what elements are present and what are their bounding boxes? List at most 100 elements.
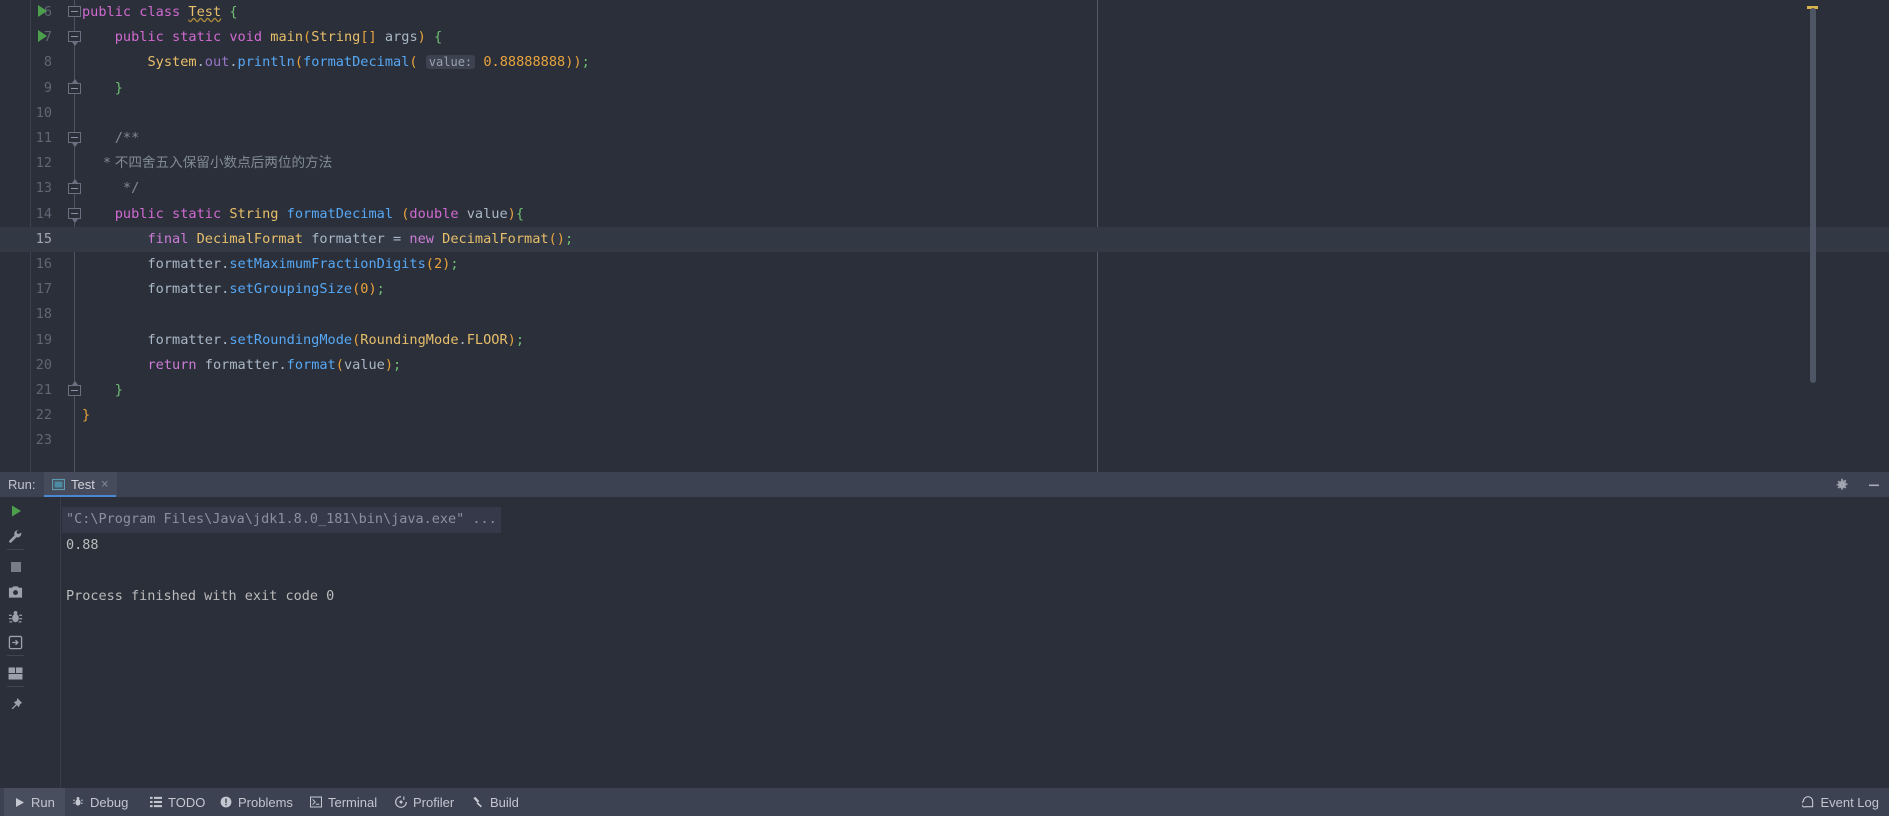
run-toolbar-primary[interactable] [0, 497, 31, 788]
warning-circle-icon [220, 796, 232, 808]
javadoc-comment-text: * 不四舍五入保留小数点后两位的方法 [103, 155, 333, 172]
pin-icon[interactable] [0, 692, 31, 716]
run-tab-test[interactable]: Test × [44, 472, 117, 497]
line-number: 13 [35, 180, 52, 197]
editor-line-15[interactable]: 15 final DecimalFormat formatter = new D… [0, 226, 1889, 252]
status-bar-item-label: TODO [168, 794, 206, 810]
status-bar-item-build[interactable]: Build [462, 788, 529, 816]
editor-line-14[interactable]: 14 public static String formatDecimal (d… [0, 202, 1889, 227]
editor-line-9[interactable]: 9 } [0, 76, 1889, 101]
editor-line-7[interactable]: 7 public static void main(String[] args)… [0, 25, 1889, 50]
fold-marker-icon[interactable] [68, 381, 81, 398]
editor-line-16[interactable]: 16 formatter.setMaximumFractionDigits(2)… [0, 252, 1889, 277]
line-number: 15 [35, 230, 52, 247]
editor-line-12[interactable]: 12 * 不四舍五入保留小数点后两位的方法 [0, 151, 1889, 176]
code-line-text: public static String formatDecimal (doub… [114, 205, 525, 222]
list-icon [150, 796, 162, 808]
editor-line-19[interactable]: 19 formatter.setRoundingMode(RoundingMod… [0, 328, 1889, 353]
code-line-text: formatter.setMaximumFractionDigits(2); [147, 256, 459, 272]
console-output[interactable]: "C:\Program Files\Java\jdk1.8.0_181\bin\… [62, 497, 1889, 788]
code-line-text: public class Test { [82, 4, 238, 20]
event-log-button[interactable]: Event Log [1802, 788, 1879, 816]
console-line-command: "C:\Program Files\Java\jdk1.8.0_181\bin\… [62, 507, 1889, 533]
line-number: 22 [35, 407, 52, 424]
code-line-text: public static void main(String[] args) { [114, 29, 443, 46]
code-line-text: /** [82, 130, 140, 146]
editor-line-13[interactable]: 13 */ [0, 176, 1889, 201]
code-line-text: } [114, 79, 123, 96]
editor-line-18[interactable]: 18 [0, 302, 1889, 327]
editor-line-8[interactable]: 8 System.out.println(formatDecimal( valu… [0, 50, 1889, 75]
line-number: 12 [35, 155, 52, 172]
code-line-text: return formatter.format(value); [147, 356, 402, 373]
stop-icon[interactable] [0, 555, 31, 579]
editor-line-22[interactable]: 22 } [0, 403, 1889, 428]
parameter-hint-badge: value: [425, 55, 476, 70]
layout-icon[interactable] [0, 661, 31, 685]
status-bar-item-debug[interactable]: Debug [62, 788, 138, 816]
editor-line-23[interactable]: 23 [0, 428, 1889, 453]
status-bar-item-label: Debug [90, 794, 129, 810]
editor-line-17[interactable]: 17 formatter.setGroupingSize(0); [0, 277, 1889, 302]
code-line-text: } [82, 407, 91, 424]
line-number: 10 [35, 104, 52, 121]
run-gutter-arrow-icon[interactable] [38, 5, 47, 17]
run-configuration-icon [52, 478, 65, 491]
fold-marker-icon[interactable] [68, 132, 81, 147]
hammer-icon [472, 796, 484, 808]
minimize-icon[interactable] [1867, 478, 1881, 492]
debug-bug-icon[interactable] [0, 605, 31, 629]
line-number: 23 [35, 432, 52, 449]
console-line-output: 0.88 [66, 536, 99, 553]
editor-line-11[interactable]: 11 /** [0, 126, 1889, 151]
line-number: 9 [43, 79, 52, 96]
line-number: 17 [35, 281, 52, 298]
run-toolbar-secondary[interactable] [31, 497, 91, 788]
toolbar-divider [7, 655, 24, 656]
bell-icon [1802, 796, 1814, 808]
run-tab-label: Test [71, 477, 95, 492]
fold-marker-icon[interactable] [68, 179, 81, 196]
run-gutter-arrow-icon[interactable] [38, 30, 47, 43]
fold-marker-icon[interactable] [68, 207, 81, 223]
editor-line-20[interactable]: 20 return formatter.format(value); [0, 353, 1889, 378]
status-bar-item-label: Terminal [328, 794, 378, 810]
console-line-exit: Process finished with exit code 0 [66, 587, 335, 604]
status-bar: Run Debug TODO Problems Terminal Profile… [0, 788, 1889, 816]
line-number: 21 [35, 382, 52, 398]
line-number: 14 [35, 205, 52, 222]
camera-icon[interactable] [0, 580, 31, 604]
status-bar-item-todo[interactable]: TODO [140, 788, 215, 816]
editor-line-6[interactable]: 6 public class Test { [0, 0, 1889, 25]
status-bar-item-terminal[interactable]: Terminal [300, 788, 387, 816]
status-bar-item-problems[interactable]: Problems [210, 788, 303, 816]
scrollbar-thumb[interactable] [1810, 8, 1816, 383]
editor-line-10[interactable]: 10 [0, 101, 1889, 126]
code-line-text: */ [82, 180, 140, 197]
settings-gear-icon[interactable] [1835, 478, 1849, 492]
line-number: 8 [43, 54, 52, 71]
event-log-label: Event Log [1820, 794, 1879, 810]
status-bar-item-label: Run [31, 794, 55, 810]
fold-marker-icon[interactable] [68, 6, 81, 19]
line-number: 16 [35, 256, 52, 272]
line-number: 20 [35, 356, 52, 373]
run-tool-window[interactable]: Run: Test × "C:\Program Files\Java\jdk1.… [0, 472, 1889, 788]
status-bar-item-profiler[interactable]: Profiler [385, 788, 464, 816]
toolbar-right-divider [60, 497, 61, 788]
editor-vertical-scrollbar[interactable] [1807, 0, 1819, 472]
bug-icon [72, 796, 84, 808]
fold-marker-icon[interactable] [68, 78, 81, 96]
wrench-icon[interactable] [0, 524, 31, 548]
play-icon [14, 797, 25, 808]
code-line-text: formatter.setRoundingMode(RoundingMode.F… [147, 331, 524, 348]
code-line-text: } [114, 382, 123, 398]
rerun-icon[interactable] [0, 499, 31, 523]
export-icon[interactable] [0, 630, 31, 654]
editor-line-21[interactable]: 21 } [0, 378, 1889, 403]
close-icon[interactable]: × [101, 477, 109, 492]
status-bar-item-run[interactable]: Run [4, 788, 65, 816]
code-editor[interactable]: 6 public class Test { 7 public static vo… [0, 0, 1889, 472]
fold-marker-icon[interactable] [68, 31, 81, 47]
line-number: 11 [35, 130, 52, 146]
